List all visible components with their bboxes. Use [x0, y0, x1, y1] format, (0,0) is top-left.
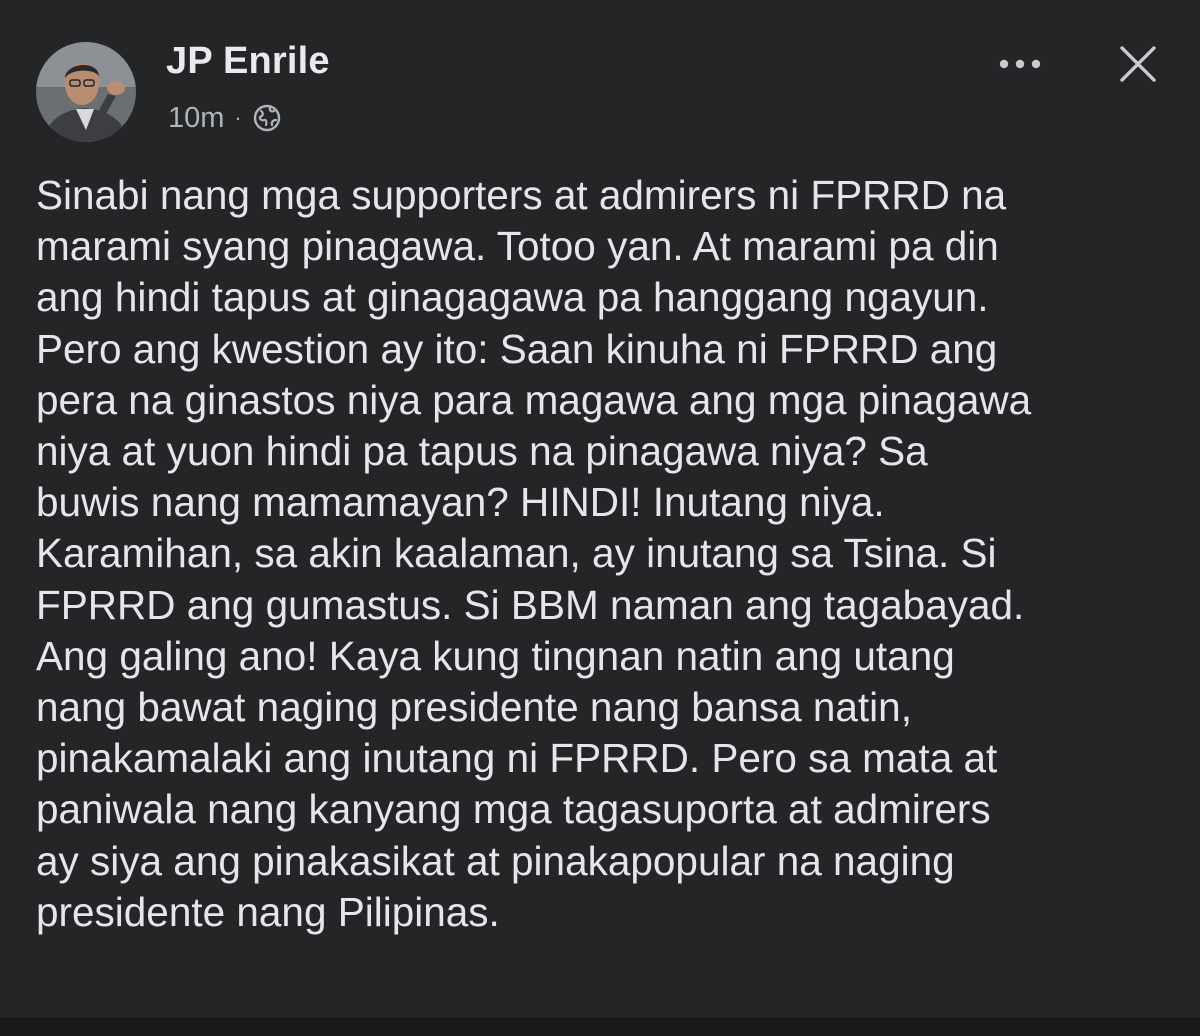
post-text-line: Pero ang kwestion ay ito: Saan kinuha ni… [36, 325, 998, 372]
post-meta: 10m · [168, 100, 282, 136]
close-icon [1120, 46, 1156, 82]
post-text-line: presidente nang Pilipinas. [36, 888, 500, 935]
post-text-line: niya at yuon hindi pa tapus na pinagawa … [36, 428, 928, 475]
post-text-line: ay siya ang pinakasikat at pinakapopular… [36, 837, 955, 884]
more-options-icon [999, 59, 1041, 69]
post-text-line: Karamihan, sa akin kaalaman, ay inutang … [36, 530, 997, 577]
globe-icon [252, 103, 282, 133]
post-text-line: pera na ginastos niya para magawa ang mg… [36, 376, 1032, 423]
author-name[interactable]: JP Enrile [166, 40, 330, 83]
post-text-line: marami syang pinagawa. Totoo yan. At mar… [36, 223, 999, 270]
post-body: Sinabi nang mga supporters at admirers n… [36, 170, 1186, 938]
post-text-line: ang hindi tapus at ginagagawa pa hanggan… [36, 274, 989, 321]
post-card: JP Enrile 10m · Sinabi nang mga supporte… [0, 0, 1200, 1018]
bottom-divider [0, 1018, 1200, 1036]
post-text-line: Sinabi nang mga supporters at admirers n… [36, 172, 1007, 218]
post-text-line: paniwala nang kanyang mga tagasuporta at… [36, 786, 991, 833]
post-text-line: FPRRD ang gumastus. Si BBM naman ang tag… [36, 581, 1025, 628]
post-text-line: nang bawat naging presidente nang bansa … [36, 684, 912, 731]
post-text-line: Ang galing ano! Kaya kung tingnan natin … [36, 632, 955, 679]
meta-separator: · [234, 105, 242, 130]
author-avatar[interactable] [36, 42, 136, 142]
close-button[interactable] [1112, 38, 1164, 90]
post-timestamp[interactable]: 10m [168, 102, 224, 135]
post-text-line: pinakamalaki ang inutang ni FPRRD. Pero … [36, 735, 998, 782]
post-text-line: buwis nang mamamayan? HINDI! Inutang niy… [36, 479, 885, 526]
more-options-button[interactable] [990, 44, 1050, 84]
avatar-photo [36, 42, 136, 142]
